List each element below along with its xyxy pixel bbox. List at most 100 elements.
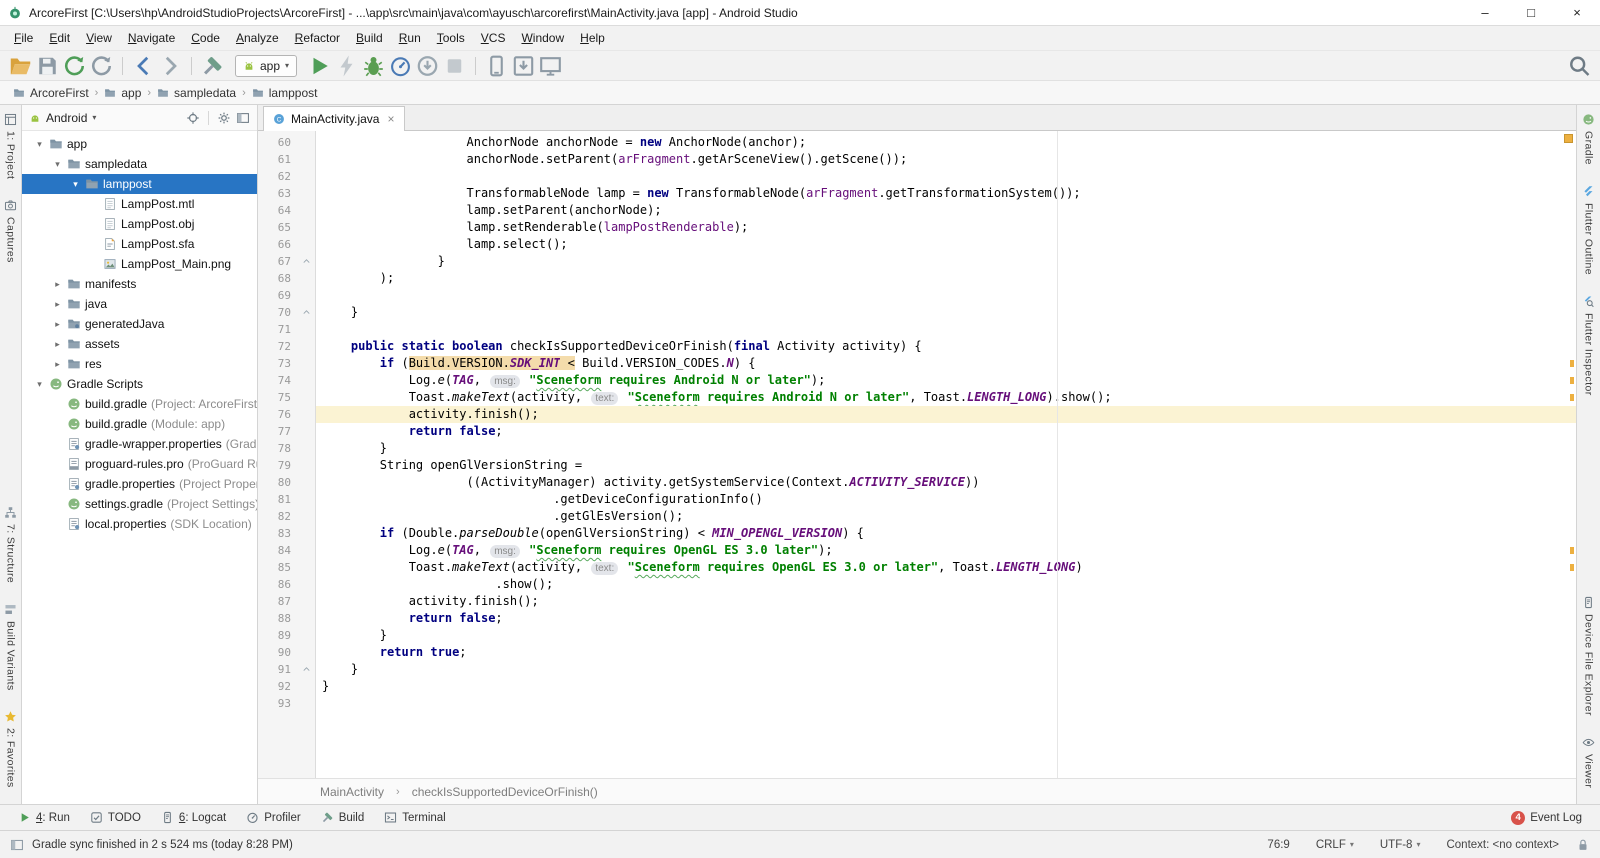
back-arrow-icon[interactable] <box>131 54 156 78</box>
project-view-selector[interactable]: Android <box>46 111 87 125</box>
tree-item-java[interactable]: ▸java <box>22 294 257 314</box>
tool-button-event-log[interactable]: 4Event Log <box>1501 805 1592 830</box>
tree-item-lamppost-mtl[interactable]: LampPost.mtl <box>22 194 257 214</box>
maximize-button[interactable]: □ <box>1508 0 1554 25</box>
tree-item-manifests[interactable]: ▸manifests <box>22 274 257 294</box>
breadcrumb-app[interactable]: app <box>101 84 144 102</box>
code-line-79[interactable]: 79 String openGlVersionString = <box>258 457 1576 474</box>
fold-marker-icon[interactable] <box>299 306 313 320</box>
toolwindow-toggle-icon[interactable] <box>10 838 24 852</box>
breadcrumb-arcorefirst[interactable]: ArcoreFirst <box>10 84 92 102</box>
code-line-82[interactable]: 82 .getGlEsVersion(); <box>258 508 1576 525</box>
tool-button-flutter-inspector[interactable]: Flutter Inspector <box>1582 295 1595 396</box>
sync-refresh-icon[interactable] <box>89 54 114 78</box>
hide-panel-icon[interactable] <box>236 111 250 125</box>
code-line-67[interactable]: 67 } <box>258 253 1576 270</box>
caret-position-indicator[interactable]: 76:9 <box>1258 839 1298 851</box>
code-line-80[interactable]: 80 ((ActivityManager) activity.getSystem… <box>258 474 1576 491</box>
tab-mainactivity-java[interactable]: C MainActivity.java × <box>263 106 405 131</box>
menu-vcs[interactable]: VCS <box>473 28 514 48</box>
menu-view[interactable]: View <box>78 28 120 48</box>
run-configuration-select[interactable]: app▾ <box>235 55 297 77</box>
code-line-68[interactable]: 68 ); <box>258 270 1576 287</box>
fold-marker-icon[interactable] <box>299 663 313 677</box>
code-line-90[interactable]: 90 return true; <box>258 644 1576 661</box>
code-line-86[interactable]: 86 .show(); <box>258 576 1576 593</box>
line-ending-selector[interactable]: CRLF ▾ <box>1307 839 1363 851</box>
stop-icon[interactable] <box>442 54 467 78</box>
tree-item-build-gradle-project-arcorefirst[interactable]: build.gradle(Project: ArcoreFirst) <box>22 394 257 414</box>
tool-button-7-structure[interactable]: 7: Structure <box>4 506 17 583</box>
attach-debugger-icon[interactable] <box>415 54 440 78</box>
tool-button-build-variants[interactable]: Build Variants <box>4 603 17 691</box>
code-line-74[interactable]: 74 Log.e(TAG, msg: "Sceneform requires A… <box>258 372 1576 389</box>
code-line-69[interactable]: 69 <box>258 287 1576 304</box>
tree-item-app[interactable]: ▾app <box>22 134 257 154</box>
tool-button-build[interactable]: Build <box>311 805 375 830</box>
menu-analyze[interactable]: Analyze <box>228 28 287 48</box>
code-line-64[interactable]: 64 lamp.setParent(anchorNode); <box>258 202 1576 219</box>
close-button[interactable]: × <box>1554 0 1600 25</box>
code-editor[interactable]: 60 AnchorNode anchorNode = new AnchorNod… <box>258 131 1576 778</box>
tool-button-gradle[interactable]: Gradle <box>1582 113 1595 165</box>
debug-bug-icon[interactable] <box>361 54 386 78</box>
tool-button-6-logcat[interactable]: 6: Logcat <box>151 805 236 830</box>
breadcrumb-sampledata[interactable]: sampledata <box>154 84 239 102</box>
code-line-84[interactable]: 84 Log.e(TAG, msg: "Sceneform requires O… <box>258 542 1576 559</box>
tool-button-captures[interactable]: Captures <box>4 199 17 263</box>
code-line-87[interactable]: 87 activity.finish(); <box>258 593 1576 610</box>
tree-item-lamppost-sfa[interactable]: LampPost.sfa <box>22 234 257 254</box>
tree-item-generatedjava[interactable]: ▸generatedJava <box>22 314 257 334</box>
code-line-92[interactable]: 92} <box>258 678 1576 695</box>
code-line-89[interactable]: 89 } <box>258 627 1576 644</box>
tree-item-lamppost-main-png[interactable]: LampPost_Main.png <box>22 254 257 274</box>
menu-run[interactable]: Run <box>391 28 429 48</box>
code-line-91[interactable]: 91 } <box>258 661 1576 678</box>
menu-tools[interactable]: Tools <box>429 28 473 48</box>
code-line-63[interactable]: 63 TransformableNode lamp = new Transfor… <box>258 185 1576 202</box>
code-line-70[interactable]: 70 } <box>258 304 1576 321</box>
tree-item-proguard-rules-pro-proguard-rules-for-app[interactable]: proguard-rules.pro(ProGuard Rules for ap… <box>22 454 257 474</box>
code-line-78[interactable]: 78 } <box>258 440 1576 457</box>
code-line-60[interactable]: 60 AnchorNode anchorNode = new AnchorNod… <box>258 134 1576 151</box>
search-icon[interactable] <box>1567 54 1592 78</box>
context-indicator[interactable]: Context: <no context> <box>1437 839 1568 851</box>
close-tab-icon[interactable]: × <box>387 112 394 126</box>
settings-gear-icon[interactable] <box>217 111 231 125</box>
encoding-selector[interactable]: UTF-8 ▾ <box>1371 839 1430 851</box>
menu-help[interactable]: Help <box>572 28 613 48</box>
code-line-81[interactable]: 81 .getDeviceConfigurationInfo() <box>258 491 1576 508</box>
code-line-75[interactable]: 75 Toast.makeText(activity, text: "Scene… <box>258 389 1576 406</box>
sdk-manager-icon[interactable] <box>511 54 536 78</box>
code-line-61[interactable]: 61 anchorNode.setParent(arFragment.getAr… <box>258 151 1576 168</box>
profile-gauge-icon[interactable] <box>388 54 413 78</box>
code-line-71[interactable]: 71 <box>258 321 1576 338</box>
device-monitor-icon[interactable] <box>538 54 563 78</box>
code-line-88[interactable]: 88 return false; <box>258 610 1576 627</box>
menu-window[interactable]: Window <box>513 28 572 48</box>
save-all-icon[interactable] <box>35 54 60 78</box>
code-line-93[interactable]: 93 <box>258 695 1576 712</box>
code-line-73[interactable]: 73 if (Build.VERSION.SDK_INT < Build.VER… <box>258 355 1576 372</box>
tree-item-gradle-properties-project-properties[interactable]: gradle.properties(Project Properties) <box>22 474 257 494</box>
menu-code[interactable]: Code <box>183 28 228 48</box>
tree-item-lamppost-obj[interactable]: LampPost.obj <box>22 214 257 234</box>
tree-item-assets[interactable]: ▸assets <box>22 334 257 354</box>
fold-marker-icon[interactable] <box>299 255 313 269</box>
tool-button-device-file-explorer[interactable]: Device File Explorer <box>1582 596 1595 716</box>
tool-button-2-favorites[interactable]: 2: Favorites <box>4 710 17 788</box>
code-line-85[interactable]: 85 Toast.makeText(activity, text: "Scene… <box>258 559 1576 576</box>
tree-item-gradle-wrapper-properties-gradle-version[interactable]: gradle-wrapper.properties(Gradle Version… <box>22 434 257 454</box>
tool-button-4-run[interactable]: 4: Run <box>8 805 80 830</box>
tool-button-viewer[interactable]: Viewer <box>1582 736 1595 788</box>
tree-item-lamppost[interactable]: ▾lamppost <box>22 174 257 194</box>
breadcrumb-lamppost[interactable]: lamppost <box>249 84 321 102</box>
run-play-icon[interactable] <box>307 54 332 78</box>
avd-manager-icon[interactable] <box>484 54 509 78</box>
code-line-76[interactable]: 76 activity.finish(); <box>258 406 1576 423</box>
minimize-button[interactable]: – <box>1462 0 1508 25</box>
sync-gradle-icon[interactable] <box>62 54 87 78</box>
breadcrumb-class[interactable]: MainActivity <box>320 785 384 799</box>
tool-button-1-project[interactable]: 1: Project <box>4 113 17 179</box>
lock-icon[interactable] <box>1576 838 1590 852</box>
